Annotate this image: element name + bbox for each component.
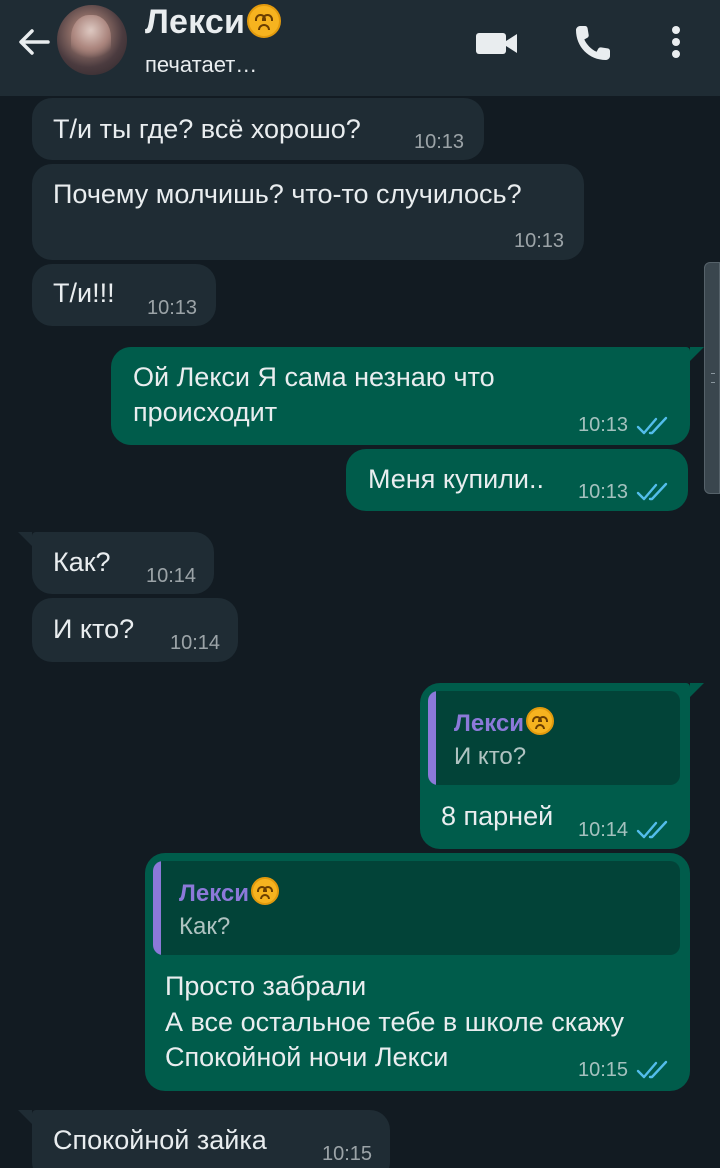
incoming-message[interactable]: Почему молчишь? что-то случилось? 10:13 [32, 164, 584, 260]
chat-screen: Лекси печатает… Т/и ты где? всё хорошо? … [0, 0, 720, 1168]
double-check-read-icon [636, 482, 668, 501]
upside-down-face-emoji-icon [525, 707, 554, 735]
outgoing-message[interactable]: Ой Лекси Я сама незнаю что происходит 10… [111, 347, 690, 445]
outgoing-reply-message[interactable]: Лекси И кто? 8 парней 10:14 [420, 683, 690, 849]
outgoing-reply-message[interactable]: Лекси Как? Просто забрали А все остально… [145, 853, 690, 1091]
incoming-message[interactable]: Как? 10:14 [32, 532, 214, 594]
back-arrow-icon[interactable] [14, 22, 54, 62]
double-check-read-icon [636, 820, 668, 839]
video-call-icon[interactable] [474, 20, 520, 66]
incoming-message[interactable]: Т/и!!! 10:13 [32, 264, 216, 326]
incoming-message[interactable]: Т/и ты где? всё хорошо? 10:13 [32, 98, 484, 160]
incoming-message[interactable]: И кто? 10:14 [32, 598, 238, 662]
chat-header: Лекси печатает… [0, 0, 720, 96]
contact-avatar[interactable] [57, 5, 127, 75]
bubble-tail [690, 683, 704, 697]
bubble-tail [18, 1110, 32, 1124]
double-check-read-icon [636, 1060, 668, 1079]
double-check-read-icon [636, 416, 668, 435]
outgoing-message[interactable]: Меня купили.. 10:13 [346, 449, 688, 511]
typing-status: печатает… [145, 52, 258, 77]
upside-down-face-emoji-icon [247, 4, 282, 38]
quoted-message[interactable]: Лекси Как? [153, 861, 680, 955]
more-options-icon[interactable] [653, 20, 699, 66]
contact-name[interactable]: Лекси [145, 3, 282, 42]
bubble-tail [690, 347, 704, 361]
bubble-tail [18, 532, 32, 546]
quoted-message[interactable]: Лекси И кто? [428, 691, 680, 785]
quoted-author: Лекси [454, 707, 554, 738]
upside-down-face-emoji-icon [250, 877, 279, 905]
quoted-author: Лекси [179, 877, 279, 908]
phone-call-icon[interactable] [570, 20, 616, 66]
fast-scroll-handle[interactable] [704, 262, 720, 494]
incoming-message[interactable]: Спокойной зайка 10:15 [32, 1110, 390, 1168]
